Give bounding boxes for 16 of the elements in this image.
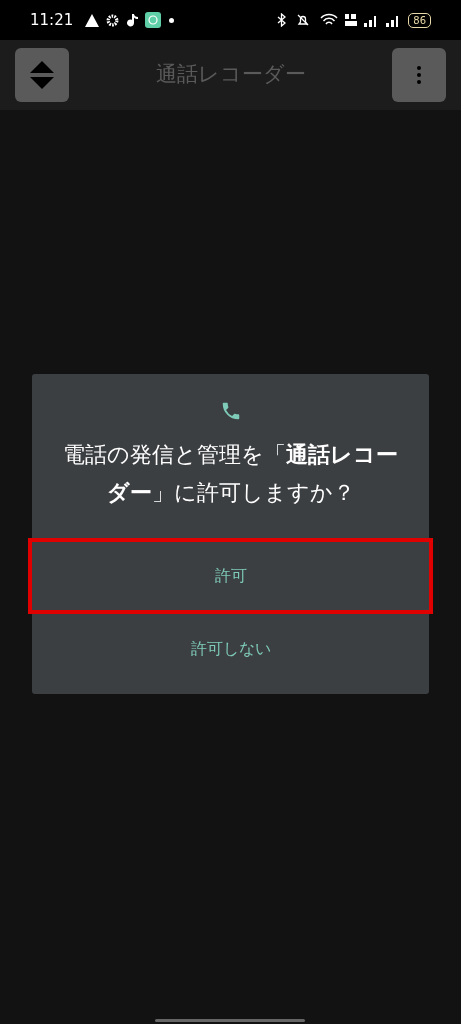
more-button[interactable] xyxy=(392,48,446,102)
dialog-message: 電話の発信と管理を「通話レコーダー」に許可しますか？ xyxy=(62,441,399,507)
more-icon xyxy=(417,66,421,84)
app-title: 通話レコーダー xyxy=(154,61,307,89)
dialog-button[interactable]: 許可しない xyxy=(32,614,429,684)
warning-icon xyxy=(85,13,100,27)
bluetooth-icon xyxy=(277,13,287,27)
dialog-button[interactable]: 許可 xyxy=(28,538,433,614)
app-icon xyxy=(145,12,162,28)
music-note-icon xyxy=(127,13,139,27)
up-down-icon xyxy=(28,59,56,91)
dot-icon xyxy=(169,17,175,23)
status-time: 11:21 xyxy=(30,9,74,31)
sort-button[interactable] xyxy=(15,48,69,102)
battery-indicator: 86 xyxy=(408,12,431,28)
wifi-icon xyxy=(320,13,339,27)
